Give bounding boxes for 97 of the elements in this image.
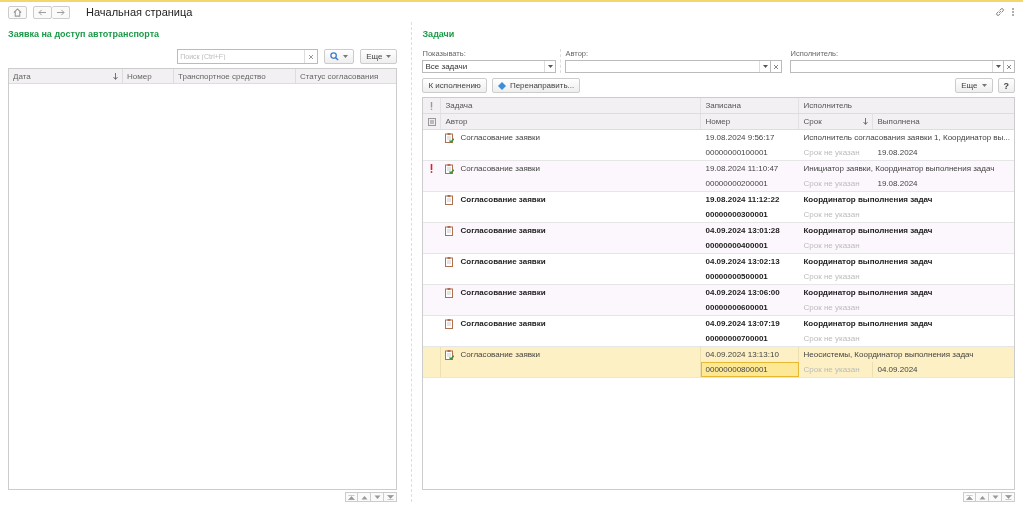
table-cell-text: 00000000700001: [704, 333, 769, 345]
task-name: Согласование заявки: [460, 288, 546, 297]
task-name: Согласование заявки: [460, 133, 540, 142]
column-header[interactable]: Номер: [701, 114, 800, 129]
table-cell-text: 04.09.2024 13:02:13: [704, 256, 781, 268]
down-arrow-icon: [991, 494, 999, 500]
table-cell-text: 00000000100001: [704, 147, 769, 159]
table-cell-text: 04.09.2024 13:06:00: [704, 287, 781, 299]
caret-icon: [763, 65, 768, 68]
filter-dropdown[interactable]: [565, 60, 772, 73]
back-arrow-icon: [38, 8, 47, 16]
table-cell-text: Координатор выполнения задач: [802, 194, 934, 206]
task-name: Согласование заявки: [460, 257, 546, 266]
table-cell-text: 19.08.2024 11:12:22: [704, 194, 781, 206]
clear-button[interactable]: [771, 60, 783, 73]
filter-dropdown[interactable]: Все задачи: [422, 60, 557, 73]
more-button[interactable]: Еще: [955, 78, 993, 93]
task-name: Согласование заявки: [460, 195, 546, 204]
table-cell-text: 04.09.2024: [876, 364, 919, 376]
scroll-first-button[interactable]: [345, 492, 359, 502]
scroll-up-button[interactable]: [976, 492, 989, 502]
up-arrow-icon: [348, 494, 356, 500]
clear-icon[interactable]: [308, 53, 315, 60]
task-name: Согласование заявки: [460, 350, 540, 359]
clear-button[interactable]: [1004, 60, 1015, 73]
table-cell-text: 19.08.2024 11:10:47: [704, 163, 780, 175]
up-arrow-icon: [361, 494, 368, 500]
table-cell-text: Координатор выполнения задач: [802, 287, 934, 299]
column-header[interactable]: Выполнена: [873, 114, 1014, 129]
table-cell-text: 00000000200001: [704, 178, 769, 190]
caret-icon: [343, 55, 349, 58]
column-header[interactable]: Номер: [123, 69, 174, 83]
search-icon: [330, 52, 340, 61]
down-arrow-icon: [387, 494, 394, 500]
caret-icon: [995, 65, 1001, 68]
table-cell-text: 00000000300001: [704, 209, 769, 221]
scroll-last-button[interactable]: [1002, 492, 1015, 502]
scroll-first-button[interactable]: [963, 492, 976, 502]
forward-arrow-icon: [56, 8, 65, 16]
home-button[interactable]: [8, 5, 27, 19]
scroll-last-button[interactable]: [384, 492, 398, 502]
column-header[interactable]: Дата: [9, 69, 123, 83]
back-button[interactable]: [33, 5, 52, 19]
more-button[interactable]: Еще: [360, 49, 398, 64]
table-cell-text: 04.09.2024 13:07:19: [704, 318, 781, 330]
section-title: Заявка на доступ автотранспорта: [8, 29, 161, 39]
more-options-icon[interactable]: [1011, 7, 1015, 17]
sort-arrow-icon: [863, 118, 869, 125]
checkbox-column-icon: [428, 117, 436, 126]
caret-icon: [386, 55, 392, 58]
link-icon[interactable]: [995, 7, 1005, 17]
task-name: Согласование заявки: [460, 164, 540, 173]
window-title: Начальная страница: [86, 6, 193, 18]
table-cell-text: 19.08.2024: [876, 147, 919, 159]
column-header[interactable]: Задача: [441, 98, 702, 113]
forward-button[interactable]: [52, 5, 70, 19]
help-button[interactable]: ?: [997, 78, 1015, 93]
scroll-down-button[interactable]: [989, 492, 1002, 502]
redirect-button[interactable]: Перенаправить...: [491, 78, 581, 93]
table-cell-text: Исполнитель согласования заявки 1, Координатор вы...: [802, 132, 1011, 144]
table-cell-text: Координатор выполнения задач: [802, 225, 934, 237]
column-header[interactable]: Срок: [799, 114, 874, 129]
clear-icon: [1006, 63, 1012, 70]
search-button[interactable]: [324, 49, 355, 64]
column-header[interactable]: Исполнитель: [799, 98, 1014, 113]
up-arrow-icon: [978, 494, 986, 500]
scroll-up-button[interactable]: [358, 492, 372, 502]
column-header[interactable]: Статус согласования: [296, 69, 397, 83]
section-title: Задачи: [422, 29, 456, 39]
table-cell-text: Неосистемы, Координатор выполнения задач: [802, 349, 975, 361]
table-cell-text: 00000000500001: [704, 271, 769, 283]
table-cell-text: 19.08.2024 9:56:17: [704, 132, 776, 144]
task-name: Согласование заявки: [460, 319, 546, 328]
down-arrow-icon: [1004, 494, 1012, 500]
scroll-down-button[interactable]: [371, 492, 385, 502]
table-cell-text: 00000000400001: [704, 240, 769, 252]
down-arrow-icon: [374, 494, 381, 500]
table-cell-text: Инициатор заявки, Координатор выполнения задач: [802, 163, 996, 175]
column-header[interactable]: Записана: [701, 98, 800, 113]
table-cell-text: Координатор выполнения задач: [802, 318, 934, 330]
table-cell-text: 00000000600001: [704, 302, 769, 314]
diamond-icon: [497, 81, 506, 90]
table-cell-text: Координатор выполнения задач: [802, 256, 934, 268]
caret-icon: [548, 65, 553, 68]
table-cell: 00000000800001: [701, 362, 800, 377]
caret-icon: [981, 84, 987, 87]
home-icon: [13, 7, 22, 17]
important-icon: [430, 101, 434, 110]
column-header[interactable]: Автор: [441, 114, 702, 129]
clear-icon: [773, 63, 780, 70]
filter-dropdown[interactable]: [790, 60, 1004, 73]
task-name: Согласование заявки: [460, 226, 546, 235]
table-cell-text: 19.08.2024: [876, 178, 919, 190]
column-header[interactable]: Транспортное средство: [174, 69, 296, 83]
execute-button[interactable]: К исполнению: [422, 78, 487, 93]
up-arrow-icon: [966, 494, 973, 500]
table-cell-text: 04.09.2024 13:01:28: [704, 225, 781, 237]
